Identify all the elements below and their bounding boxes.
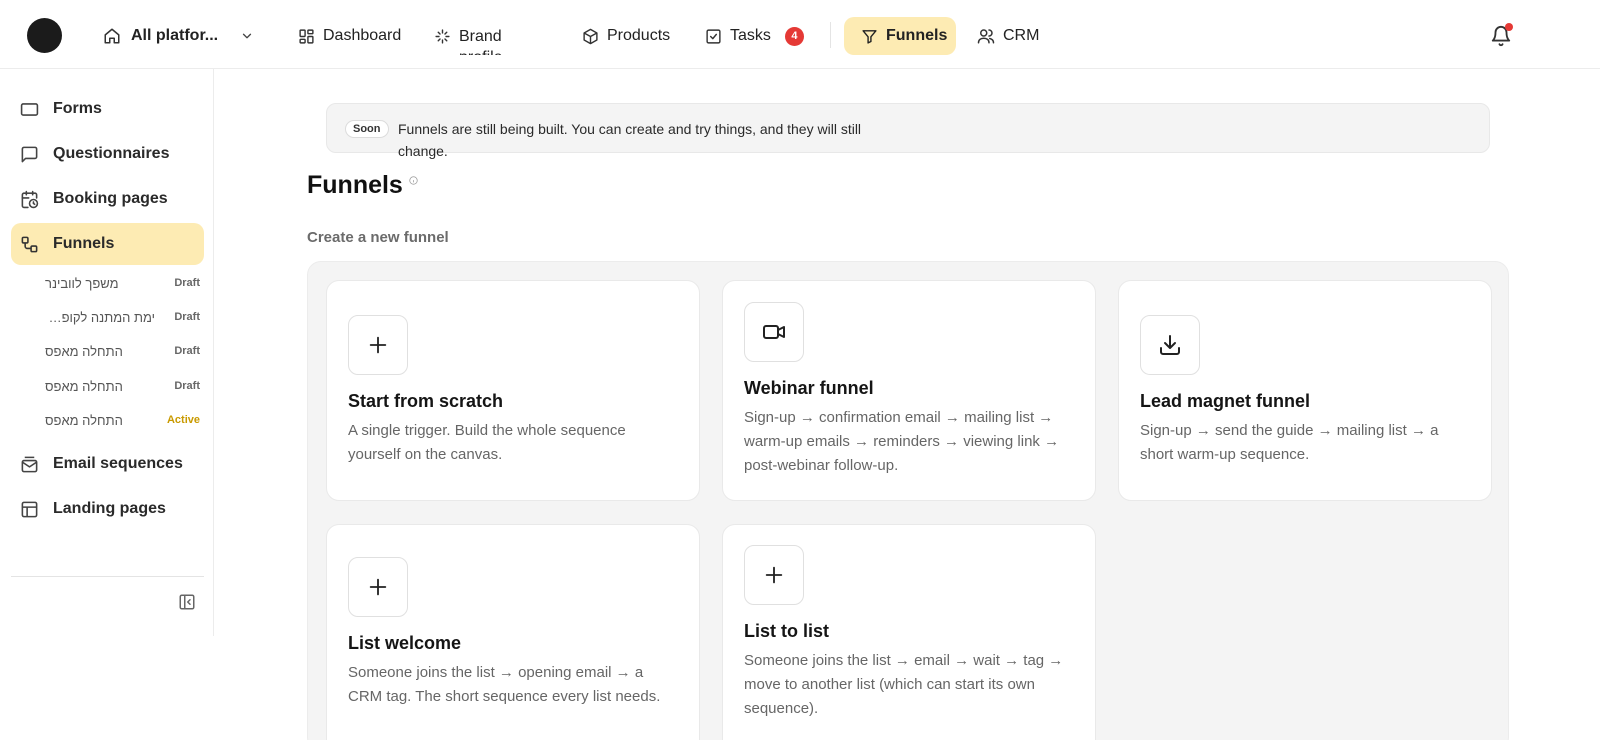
notification-dot — [1505, 23, 1513, 31]
checkbox-icon — [706, 28, 721, 44]
plus-icon — [348, 557, 408, 617]
notice-text: Funnels are still being built. You can c… — [398, 121, 862, 159]
funnel-name: משפך לוובינר — [45, 275, 119, 291]
sidebar-item-questionnaires[interactable]: Questionnaires — [11, 133, 204, 175]
soon-badge: Soon — [345, 120, 389, 138]
funnel-list-item[interactable]: התחלה מאפס Draft — [45, 375, 200, 397]
sidebar-item-label: Questionnaires — [53, 145, 170, 162]
card-description: A single trigger. Build the whole sequen… — [348, 422, 626, 463]
nav-dashboard-label: Dashboard — [323, 27, 402, 44]
sidebar-item-booking-pages[interactable]: Booking pages — [11, 178, 204, 220]
card-title: List welcome — [348, 633, 462, 653]
dashboard-icon — [299, 28, 314, 44]
nav-dashboard[interactable]: Dashboard — [298, 17, 401, 55]
page-title-text: Funnels — [307, 171, 403, 199]
workflow-icon — [21, 236, 38, 252]
layout-icon — [21, 501, 38, 517]
funnel-status: Draft — [174, 311, 200, 323]
beta-notice: Soon Funnels are still being built. You … — [326, 103, 1490, 159]
nav-crm[interactable]: CRM — [977, 17, 1039, 55]
nav-tasks[interactable]: Tasks 4 — [705, 17, 804, 55]
funnel-name: התחלה מאפס — [45, 378, 123, 394]
funnel-list-item[interactable]: התחלה מאפס Active — [45, 409, 200, 431]
sidebar-item-label: Landing pages — [53, 500, 166, 517]
templates-panel: Start from scratch A single trigger. Bui… — [307, 261, 1509, 740]
mail-stack-icon — [21, 456, 38, 472]
info-icon[interactable] — [409, 176, 418, 185]
sidebar: Forms Questionnaires Booking pages Funne… — [0, 69, 214, 636]
card-title: List to list — [744, 621, 829, 641]
sidebar-item-label: Booking pages — [53, 190, 168, 207]
card-title: Webinar funnel — [744, 378, 874, 398]
platform-selector[interactable]: All platfor... — [103, 24, 254, 48]
sidebar-item-landing-pages[interactable]: Landing pages — [11, 488, 204, 530]
sidebar-item-label: Funnels — [53, 235, 115, 252]
nav-brand-profile-label: Brand profile — [459, 28, 503, 55]
sidebar-item-label: Forms — [53, 100, 102, 117]
download-icon — [1140, 315, 1200, 375]
sidebar-item-email-sequences[interactable]: Email sequences — [11, 443, 204, 485]
funnel-name: התחלה מאפס — [45, 412, 123, 428]
video-icon — [744, 302, 804, 362]
filter-icon — [862, 29, 877, 44]
sidebar-item-funnels[interactable]: Funnels — [11, 223, 204, 265]
avatar[interactable] — [27, 18, 62, 53]
funnel-list-item[interactable]: ימת המתנה לקופלו... Draft — [45, 306, 200, 328]
funnel-list-item[interactable]: התחלה מאפס Draft — [45, 340, 200, 362]
card-title: Start from scratch — [348, 391, 504, 411]
nav-funnels[interactable]: Funnels — [844, 17, 956, 55]
sparkles-icon — [435, 28, 450, 44]
nav-tasks-label: Tasks — [730, 27, 771, 44]
nav-divider — [830, 22, 831, 48]
funnel-name: ימת המתנה לקופלו... — [45, 309, 155, 325]
calendar-clock-icon — [21, 190, 39, 208]
template-card-list-welcome[interactable]: List welcome Someone joins the list → op… — [326, 524, 700, 740]
template-card-webinar[interactable]: Webinar funnel Sign-up → confirmation em… — [722, 280, 1096, 501]
card-description: Someone joins the list → opening email →… — [348, 664, 661, 705]
sidebar-collapse-icon[interactable] — [178, 593, 196, 611]
card-description: Sign-up → send the guide → mailing list … — [1140, 422, 1439, 463]
top-bar: All platfor... Dashboard Brand profile P… — [0, 0, 1600, 69]
template-card-lead-magnet[interactable]: Lead magnet funnel Sign-up → send the gu… — [1118, 280, 1492, 501]
card-description: Someone joins the list → email → wait → … — [744, 652, 1064, 717]
sidebar-item-forms[interactable]: Forms — [11, 88, 204, 130]
funnel-status: Draft — [174, 380, 200, 392]
funnel-status: Active — [166, 414, 200, 426]
template-card-scratch[interactable]: Start from scratch A single trigger. Bui… — [326, 280, 700, 501]
funnel-status: Draft — [174, 345, 200, 357]
card-title: Lead magnet funnel — [1140, 391, 1311, 411]
card-description: Sign-up → confirmation email → mailing l… — [744, 409, 1060, 474]
tasks-count-badge: 4 — [784, 26, 804, 46]
plus-icon — [348, 315, 408, 375]
users-icon — [977, 29, 995, 44]
chevron-down-icon — [242, 33, 252, 39]
plus-icon — [744, 545, 804, 605]
page-title: Funnels — [307, 171, 418, 200]
form-icon — [20, 102, 39, 116]
nav-products-label: Products — [607, 27, 671, 44]
nav-brand-profile[interactable]: Brand profile — [434, 17, 519, 55]
home-icon — [104, 28, 120, 44]
section-label: Create a new funnel — [307, 229, 449, 246]
sidebar-item-label: Email sequences — [53, 455, 183, 472]
nav-crm-label: CRM — [1003, 27, 1040, 44]
nav-funnels-label: Funnels — [886, 27, 948, 44]
box-icon — [583, 28, 598, 44]
funnel-name: התחלה מאפס — [45, 343, 123, 359]
funnel-status: Draft — [174, 277, 200, 289]
platform-label: All platfor... — [131, 27, 219, 44]
funnel-list-item[interactable]: משפך לוובינר Draft — [45, 272, 200, 294]
nav-products[interactable]: Products — [582, 17, 670, 55]
sidebar-divider — [11, 576, 204, 577]
message-square-icon — [21, 146, 38, 162]
template-card-list-to-list[interactable]: List to list Someone joins the list → em… — [722, 524, 1096, 740]
